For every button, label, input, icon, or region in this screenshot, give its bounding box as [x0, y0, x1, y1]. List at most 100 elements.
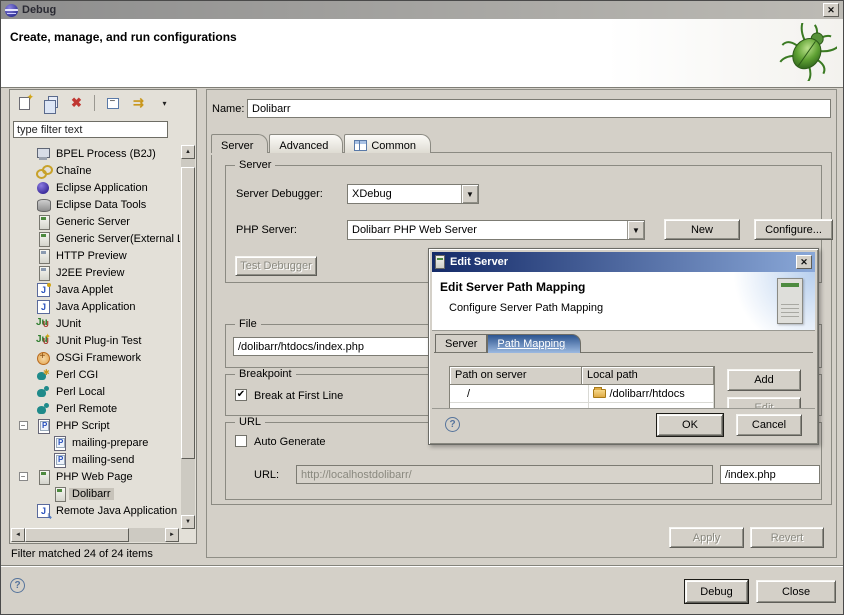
- eclipse-logo-icon: [5, 4, 18, 17]
- server-icon: [35, 215, 51, 229]
- banner: Create, manage, and run configurations: [1, 19, 843, 88]
- add-mapping-button[interactable]: Add: [727, 369, 801, 391]
- url-group-title: URL: [235, 416, 265, 428]
- test-debugger-button[interactable]: Test Debugger: [235, 256, 317, 276]
- server-icon: [35, 232, 51, 246]
- duplicate-icon: [48, 96, 58, 108]
- dialog-tab-server[interactable]: Server: [435, 334, 487, 353]
- tree-item-mailing-send[interactable]: mailing-send: [11, 451, 180, 468]
- url-path-input[interactable]: [720, 465, 820, 484]
- column-local-path: Local path: [582, 367, 714, 385]
- tree-item-bpel-process[interactable]: BPEL Process (B2J): [11, 145, 180, 162]
- dialog-button-bar: ? OK Cancel: [432, 408, 815, 441]
- tree-item-php-script[interactable]: −PHP Script: [11, 417, 180, 434]
- tree-item-perl-cgi[interactable]: Perl CGI: [11, 366, 180, 383]
- filter-input[interactable]: [13, 121, 168, 138]
- ok-button[interactable]: OK: [657, 414, 723, 436]
- tree-vertical-scrollbar[interactable]: ▲ ▼: [181, 145, 195, 529]
- server-icon: [35, 249, 51, 263]
- tree-item-java-application[interactable]: Java Application: [11, 298, 180, 315]
- table-row[interactable]: / /dolibarr/htdocs: [450, 385, 714, 403]
- edit-server-tabs: Server Path Mapping: [435, 334, 581, 353]
- configurations-toolbar: ✖ ⇉ ▾: [10, 90, 196, 116]
- collapse-all-button[interactable]: [104, 95, 121, 111]
- server-icon: [435, 255, 445, 269]
- php-file-icon: [35, 419, 51, 433]
- tab-advanced[interactable]: Advanced: [269, 134, 343, 153]
- new-configuration-button[interactable]: [16, 95, 33, 111]
- close-button[interactable]: Close: [756, 580, 836, 603]
- bpel-process-icon: [35, 147, 51, 161]
- perl-icon: [35, 402, 51, 416]
- tree-item-php-web-page[interactable]: −PHP Web Page: [11, 468, 180, 485]
- configure-server-button[interactable]: Configure...: [754, 219, 833, 240]
- tree-item-junit-plugin-test[interactable]: ✦JUnit Plug-in Test: [11, 332, 180, 349]
- window-close-button[interactable]: ✕: [823, 3, 839, 17]
- tree-item-generic-server-external[interactable]: Generic Server(External La: [11, 230, 180, 247]
- tree-item-http-preview[interactable]: HTTP Preview: [11, 247, 180, 264]
- dialog-close-button[interactable]: ✕: [796, 255, 812, 269]
- tree-item-java-applet[interactable]: Java Applet: [11, 281, 180, 298]
- php-server-select[interactable]: Dolibarr PHP Web Server ▼: [347, 220, 645, 240]
- tree-item-generic-server[interactable]: Generic Server: [11, 213, 180, 230]
- server-tower-icon: [777, 278, 803, 324]
- revert-button[interactable]: Revert: [750, 527, 824, 548]
- osgi-icon: [35, 351, 51, 365]
- apply-button[interactable]: Apply: [669, 527, 744, 548]
- tab-common[interactable]: Common: [344, 134, 431, 153]
- file-group-title: File: [235, 318, 261, 330]
- tree-item-junit[interactable]: JUnit: [11, 315, 180, 332]
- edit-server-titlebar: Edit Server ✕: [432, 252, 815, 272]
- tree-item-eclipse-application[interactable]: Eclipse Application: [11, 179, 180, 196]
- column-path-on-server: Path on server: [450, 367, 582, 385]
- dialog-help-icon[interactable]: ?: [445, 417, 460, 432]
- name-input[interactable]: [247, 99, 831, 118]
- database-icon: [35, 198, 51, 212]
- tree-item-remote-java-application[interactable]: Remote Java Application: [11, 502, 180, 519]
- scroll-down-icon[interactable]: ▼: [181, 515, 195, 529]
- collapse-expander-icon[interactable]: −: [19, 472, 28, 481]
- tree-item-j2ee-preview[interactable]: J2EE Preview: [11, 264, 180, 281]
- name-label: Name:: [212, 103, 244, 115]
- chevron-down-icon: ▾: [162, 99, 166, 108]
- cancel-button[interactable]: Cancel: [736, 414, 802, 436]
- delete-configuration-button[interactable]: ✖: [68, 95, 85, 111]
- tree-item-osgi-framework[interactable]: OSGi Framework: [11, 349, 180, 366]
- auto-generate-checkbox[interactable]: [235, 435, 247, 447]
- chevron-down-icon: ▼: [627, 221, 644, 239]
- scroll-up-icon[interactable]: ▲: [181, 145, 195, 159]
- window-titlebar: Debug ✕: [1, 1, 843, 19]
- break-first-line-checkbox[interactable]: [235, 389, 247, 401]
- debug-button[interactable]: Debug: [685, 580, 748, 603]
- vertical-scroll-thumb[interactable]: [181, 167, 195, 459]
- scroll-right-icon[interactable]: ►: [165, 528, 179, 542]
- filter-menu-button[interactable]: ▾: [156, 95, 173, 111]
- filter-icon: ⇉: [133, 95, 144, 111]
- filter-button[interactable]: ⇉: [130, 95, 147, 111]
- duplicate-configuration-button[interactable]: [42, 95, 59, 111]
- table-icon: [354, 140, 367, 151]
- server-debugger-select[interactable]: XDebug ▼: [347, 184, 479, 204]
- tree-item-chaine[interactable]: Chaîne: [11, 162, 180, 179]
- tree-item-eclipse-data-tools[interactable]: Eclipse Data Tools: [11, 196, 180, 213]
- tree-item-mailing-prepare[interactable]: mailing-prepare: [11, 434, 180, 451]
- horizontal-scroll-thumb[interactable]: [25, 528, 129, 542]
- edit-server-header: Edit Server Path Mapping Configure Serve…: [432, 272, 815, 331]
- chevron-down-icon: ▼: [461, 185, 478, 203]
- tree-item-perl-remote[interactable]: Perl Remote: [11, 400, 180, 417]
- collapse-all-icon: [107, 98, 119, 109]
- new-server-button[interactable]: New: [664, 219, 740, 240]
- tree-item-dolibarr[interactable]: Dolibarr: [11, 485, 180, 502]
- path-mapping-table[interactable]: Path on server Local path / /dolibarr/ht…: [449, 366, 715, 413]
- java-icon: [35, 300, 51, 314]
- tab-server[interactable]: Server: [211, 134, 268, 153]
- tree-item-perl-local[interactable]: Perl Local: [11, 383, 180, 400]
- auto-generate-label: Auto Generate: [254, 436, 326, 448]
- base-url-input[interactable]: [296, 465, 713, 484]
- collapse-expander-icon[interactable]: −: [19, 421, 28, 430]
- chain-icon: [35, 164, 51, 178]
- dialog-tab-path-mapping[interactable]: Path Mapping: [487, 334, 581, 353]
- scroll-left-icon[interactable]: ◄: [11, 528, 25, 542]
- tree-horizontal-scrollbar[interactable]: ◄ ►: [11, 528, 179, 542]
- help-icon[interactable]: ?: [10, 578, 25, 593]
